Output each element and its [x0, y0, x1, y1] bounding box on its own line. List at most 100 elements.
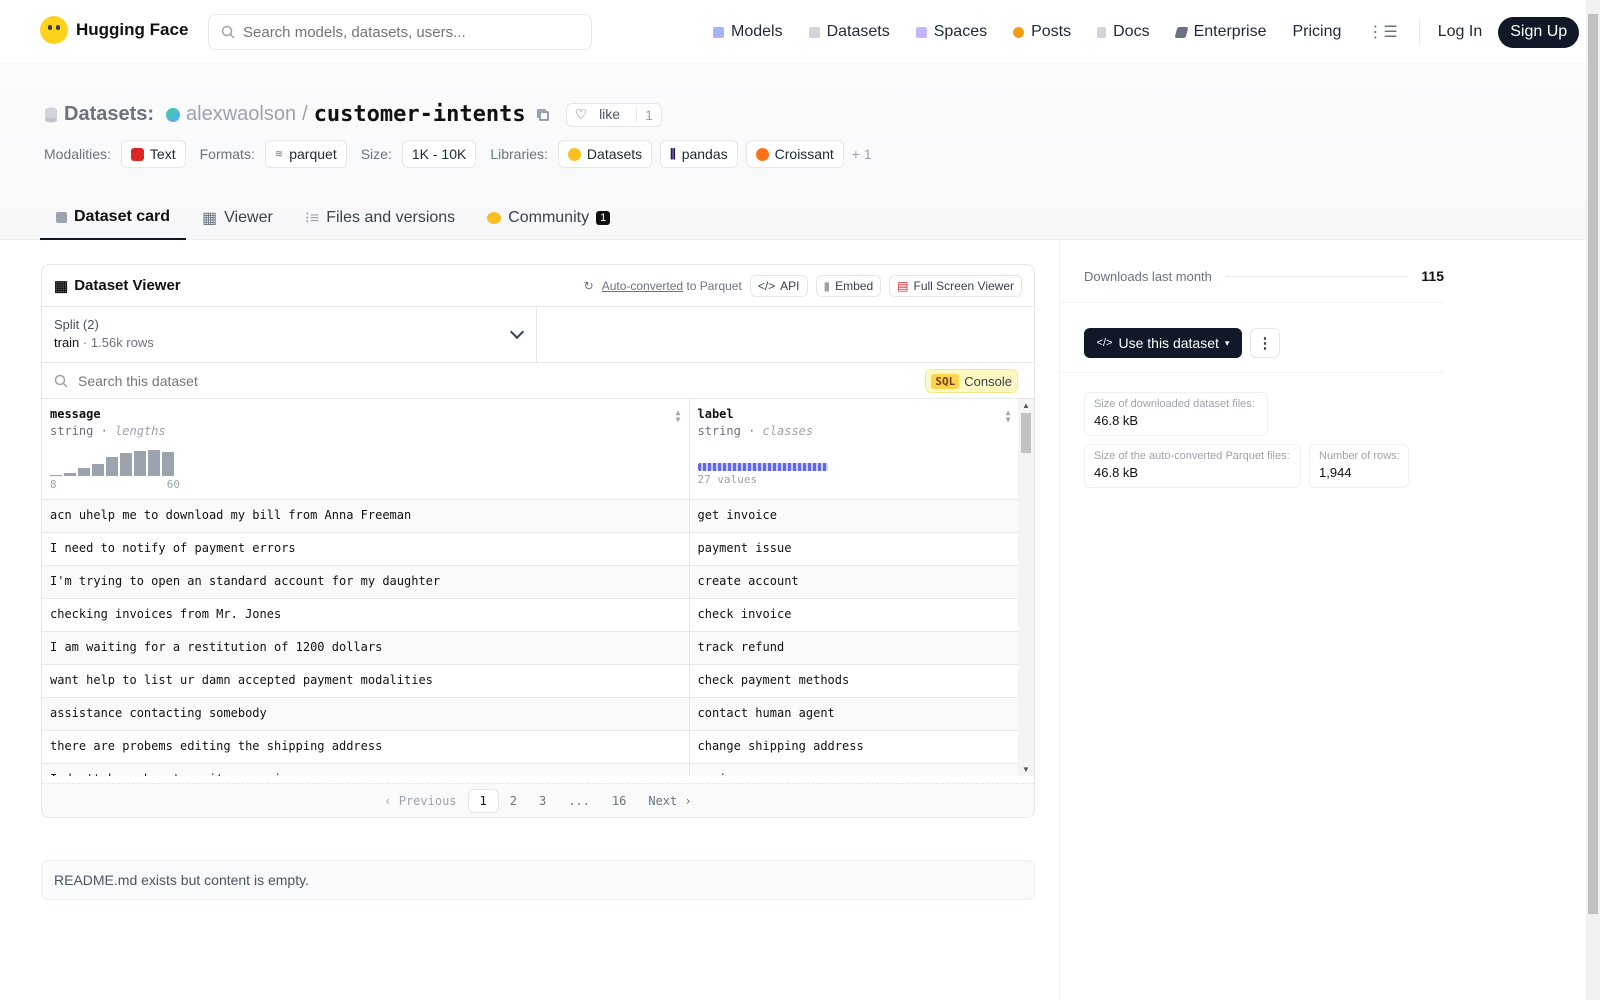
- cell-label[interactable]: payment issue: [689, 532, 1020, 566]
- tab-viewer[interactable]: ▦ Viewer: [186, 196, 289, 240]
- row-count-stat: Number of rows: 1,944: [1309, 444, 1409, 488]
- cell-label[interactable]: get invoice: [689, 499, 1020, 533]
- api-button[interactable]: </> API: [749, 274, 808, 297]
- stat-value: 1,944: [1319, 465, 1352, 480]
- more-options-button[interactable]: ⋮: [1250, 328, 1280, 358]
- tag-text-label: Text: [149, 146, 176, 162]
- parquet-size-stat: Size of the auto-converted Parquet files…: [1084, 444, 1301, 488]
- cell-label[interactable]: change shipping address: [689, 730, 1020, 764]
- pandas-icon: ⫼: [670, 146, 676, 161]
- histogram-bar: [148, 450, 160, 476]
- table-row[interactable]: want help to list ur damn accepted payme…: [42, 664, 1020, 698]
- tag-datasets-lib[interactable]: Datasets: [557, 140, 653, 168]
- tag-pandas-label: pandas: [681, 146, 728, 162]
- tag-croissant[interactable]: Croissant: [745, 140, 844, 168]
- copy-icon[interactable]: [536, 108, 550, 122]
- histogram-bar: [162, 452, 174, 476]
- tab-dataset-card[interactable]: Dataset card: [40, 196, 187, 240]
- brand-logo[interactable]: Hugging Face: [40, 16, 188, 44]
- repo-name[interactable]: customer-intents: [314, 102, 526, 127]
- scroll-up-icon[interactable]: ▲: [1022, 401, 1030, 410]
- sort-icon[interactable]: ▲ ▼: [676, 409, 681, 424]
- page-scrollbar[interactable]: [1586, 0, 1600, 1000]
- cell-label[interactable]: create account: [689, 565, 1020, 599]
- nav-posts[interactable]: Posts: [1000, 23, 1084, 41]
- cell-message[interactable]: want help to list ur damn accepted payme…: [42, 664, 690, 698]
- page-1[interactable]: 1: [467, 788, 499, 813]
- page-16[interactable]: 16: [601, 790, 637, 812]
- nav-divider: [1418, 19, 1420, 45]
- nav-enterprise[interactable]: Enterprise: [1163, 23, 1280, 41]
- next-page[interactable]: Next ›: [637, 790, 702, 812]
- cell-label[interactable]: review: [689, 763, 1020, 776]
- nav-datasets[interactable]: Datasets: [796, 23, 903, 41]
- scroll-down-icon[interactable]: ▼: [1022, 765, 1030, 774]
- sql-console-button[interactable]: SQL Console: [925, 369, 1018, 393]
- like-button[interactable]: ♡ like 1: [565, 102, 662, 127]
- cell-message[interactable]: I need to notify of payment errors: [42, 532, 690, 566]
- nav-spaces[interactable]: Spaces: [903, 23, 1000, 41]
- stat-label: Size of downloaded dataset files:: [1094, 398, 1255, 410]
- signup-button[interactable]: Sign Up: [1498, 16, 1580, 48]
- tab-community[interactable]: Community 1: [471, 196, 626, 240]
- cell-label[interactable]: check payment methods: [689, 664, 1020, 698]
- column-header-message[interactable]: message string · lengths 8 60 ▲ ▼: [42, 399, 690, 500]
- cell-message[interactable]: checking invoices from Mr. Jones: [42, 598, 690, 632]
- sql-tag: SQL: [931, 373, 960, 389]
- libraries-label: Libraries:: [490, 146, 548, 162]
- split-selector[interactable]: Split (2) train · 1.56k rows: [42, 307, 537, 362]
- table-row[interactable]: there are probems editing the shipping a…: [42, 730, 1020, 764]
- table-row[interactable]: I am waiting for a restitution of 1200 d…: [42, 631, 1020, 665]
- table-row[interactable]: I'm trying to open an standard account f…: [42, 565, 1020, 599]
- page-2[interactable]: 2: [499, 790, 528, 812]
- tab-files[interactable]: ⁝≡ Files and versions: [289, 196, 471, 240]
- page-3[interactable]: 3: [528, 790, 557, 812]
- nav-more-menu[interactable]: ⋮☰: [1354, 22, 1410, 42]
- dataset-search[interactable]: SQLConsole: [42, 363, 1034, 399]
- tag-parquet[interactable]: ≋ parquet: [264, 140, 347, 168]
- auto-converted-link[interactable]: Auto-converted to Parquet: [602, 279, 742, 293]
- table-row[interactable]: checking invoices from Mr. Jones check in…: [42, 598, 1020, 632]
- full-screen-button[interactable]: ▤ Full Screen Viewer: [889, 274, 1022, 297]
- column-header-label[interactable]: label string · classes 27 values ▲ ▼: [689, 399, 1020, 500]
- nav-models[interactable]: Models: [700, 23, 796, 41]
- use-dataset-button[interactable]: </> Use this dataset ▾: [1084, 328, 1242, 358]
- refresh-icon: ↻: [583, 278, 594, 293]
- page-scroll-thumb[interactable]: [1588, 14, 1598, 914]
- more-tags[interactable]: + 1: [852, 146, 872, 162]
- viewer-title: ▦ Dataset Viewer: [54, 277, 181, 295]
- table-row[interactable]: assistance contacting somebody contact hu…: [42, 697, 1020, 731]
- nav-docs[interactable]: Docs: [1084, 23, 1162, 41]
- global-search[interactable]: [208, 14, 592, 50]
- cell-label[interactable]: contact human agent: [689, 697, 1020, 731]
- embed-button[interactable]: ▮ Embed: [815, 274, 882, 297]
- cell-message[interactable]: assistance contacting somebody: [42, 697, 690, 731]
- tag-pandas[interactable]: ⫼ pandas: [660, 140, 738, 168]
- sort-icon[interactable]: ▲ ▼: [1006, 409, 1011, 424]
- section-label[interactable]: Datasets:: [64, 103, 154, 126]
- tag-size[interactable]: 1K - 10K: [401, 140, 477, 168]
- viewer-actions: ↻ Auto-converted to Parquet </> API ▮ Embe…: [583, 274, 1022, 297]
- owner-link[interactable]: alexwaolson: [186, 103, 296, 126]
- cell-label[interactable]: check invoice: [689, 598, 1020, 632]
- table-row[interactable]: I don't know how to write a reviewreview: [42, 763, 1020, 776]
- dataset-search-input[interactable]: [78, 372, 678, 389]
- nav-enterprise-label: Enterprise: [1193, 23, 1267, 40]
- cell-message[interactable]: I am waiting for a restitution of 1200 d…: [42, 631, 690, 665]
- table-row[interactable]: acn uhelp me to download my bill from An…: [42, 499, 1020, 533]
- table-scrollbar[interactable]: ▲ ▼: [1018, 399, 1034, 776]
- table-row[interactable]: I need to notify of payment errors paymen…: [42, 532, 1020, 566]
- nav-pricing[interactable]: Pricing: [1279, 23, 1354, 41]
- column-stat: classes: [762, 424, 814, 438]
- cell-message[interactable]: there are probems editing the shipping a…: [42, 730, 690, 764]
- tag-text[interactable]: Text: [120, 140, 186, 168]
- global-search-input[interactable]: [243, 23, 563, 41]
- column-type-line: string · lengths: [50, 424, 166, 438]
- previous-page[interactable]: ‹ Previous: [373, 790, 467, 812]
- scroll-thumb[interactable]: [1021, 413, 1031, 453]
- cell-label[interactable]: track refund: [689, 631, 1020, 665]
- login-link[interactable]: Log In: [1428, 23, 1492, 41]
- cell-message[interactable]: I don't know how to write a review: [42, 763, 690, 776]
- cell-message[interactable]: acn uhelp me to download my bill from An…: [42, 499, 690, 533]
- cell-message[interactable]: I'm trying to open an standard account f…: [42, 565, 690, 599]
